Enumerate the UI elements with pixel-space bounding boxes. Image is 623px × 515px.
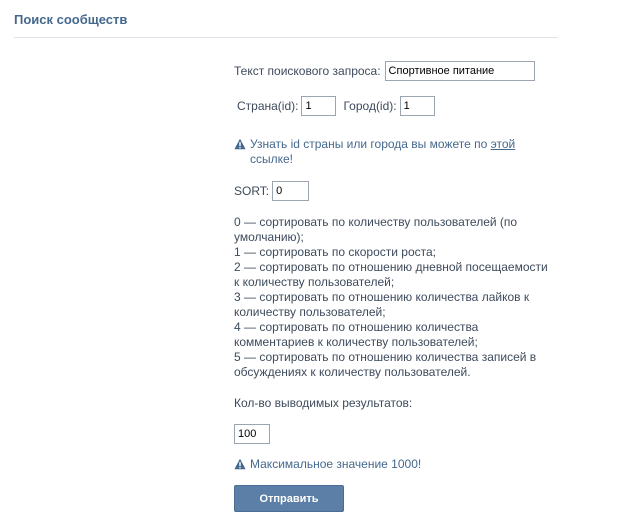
sort-help-item: 0 — сортировать по количеству пользовате… xyxy=(234,215,518,244)
page-header: Поиск сообществ xyxy=(14,12,558,38)
page-title: Поиск сообществ xyxy=(14,12,128,27)
results-label: Кол-во выводимых результатов: xyxy=(234,396,413,410)
results-count-input[interactable] xyxy=(234,424,270,444)
query-label: Текст поискового запроса: xyxy=(234,64,381,78)
sort-help-item: 5 — сортировать по отношению количества … xyxy=(234,350,537,379)
warning-icon xyxy=(234,138,246,150)
submit-button[interactable]: Отправить xyxy=(234,485,344,512)
sort-row: SORT: xyxy=(234,181,554,201)
country-id-input[interactable] xyxy=(301,96,337,116)
city-id-input[interactable] xyxy=(399,96,435,116)
sort-label: SORT: xyxy=(234,184,270,198)
id-hint-link[interactable]: этой xyxy=(491,137,516,151)
max-hint-text: Максимальное значение 1000! xyxy=(250,457,422,471)
sort-help: 0 — сортировать по количеству пользовате… xyxy=(234,215,552,380)
results-row xyxy=(234,424,554,444)
id-hint: Узнать id страны или города вы можете по… xyxy=(234,137,554,167)
sort-help-item: 2 — сортировать по отношению дневной пос… xyxy=(234,260,548,289)
submit-row: Отправить xyxy=(234,485,554,512)
query-input[interactable] xyxy=(384,61,535,81)
location-row: Страна(id): Город(id): xyxy=(234,96,554,116)
sort-help-item: 4 — сортировать по отношению количества … xyxy=(234,320,479,349)
city-label: Город(id): xyxy=(343,99,397,113)
country-label: Страна(id): xyxy=(237,99,299,113)
sort-input[interactable] xyxy=(272,181,310,201)
id-hint-prefix: Узнать id страны или города вы можете по xyxy=(250,137,491,151)
max-hint: Максимальное значение 1000! xyxy=(234,457,554,472)
id-hint-text: Узнать id страны или города вы можете по… xyxy=(250,137,515,167)
id-hint-suffix: ссылке! xyxy=(250,152,294,166)
sort-help-item: 1 — сортировать по скорости роста; xyxy=(234,245,437,259)
sort-help-item: 3 — сортировать по отношению количества … xyxy=(234,290,530,319)
warning-icon xyxy=(234,458,246,470)
search-form: Текст поискового запроса: Страна(id): Го… xyxy=(234,61,554,512)
query-row: Текст поискового запроса: xyxy=(234,61,554,81)
